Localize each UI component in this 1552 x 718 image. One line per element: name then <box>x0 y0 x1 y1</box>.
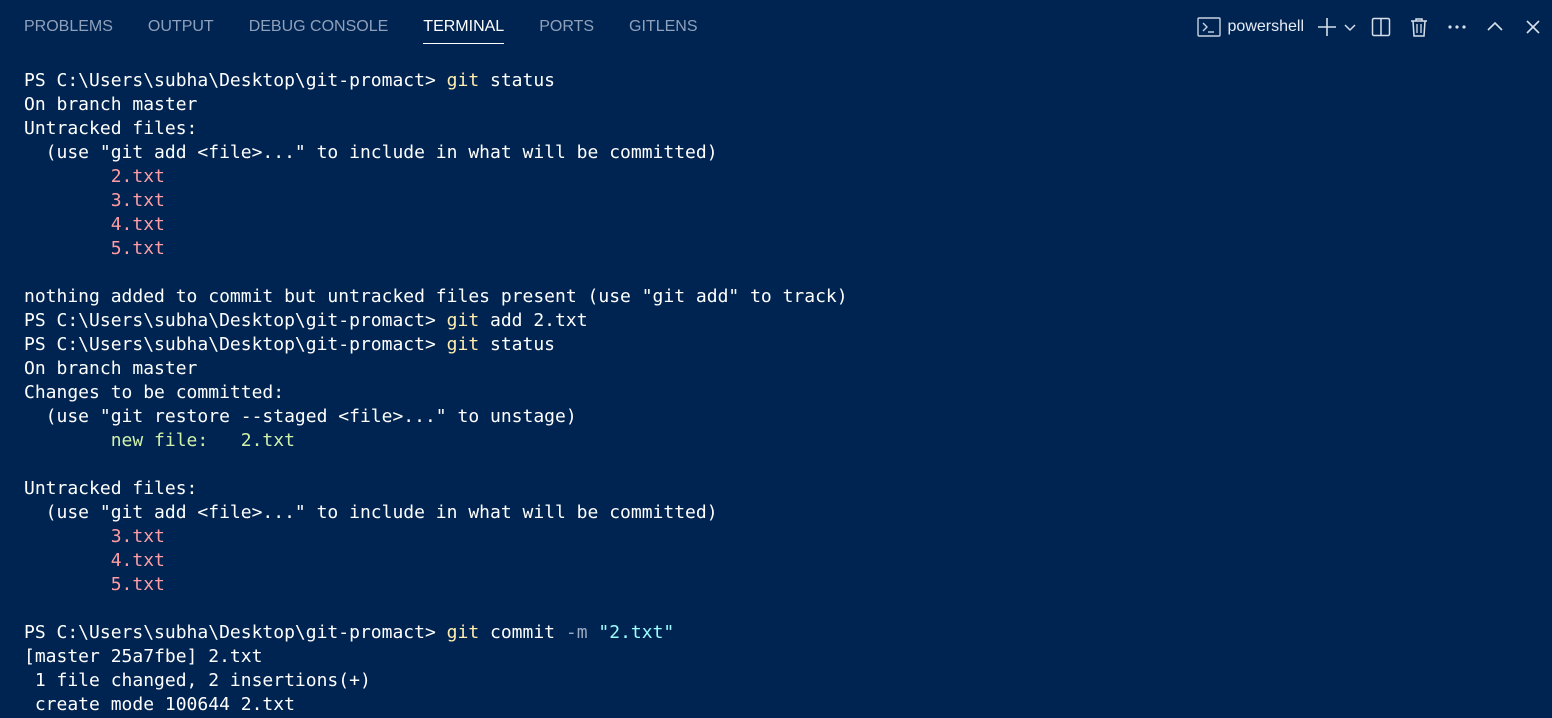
terminal-text: commit <box>479 622 566 643</box>
terminal-text: status <box>479 334 556 355</box>
chevron-up-icon <box>1485 17 1505 37</box>
terminal-text: new file: 2.txt <box>110 430 295 451</box>
panel-header: PROBLEMS OUTPUT DEBUG CONSOLE TERMINAL P… <box>0 0 1552 54</box>
terminal-line: 4.txt <box>24 213 1552 237</box>
split-terminal-button[interactable] <box>1362 8 1400 46</box>
panel-actions: powershell <box>1196 0 1552 54</box>
terminal-text: PS C:\Users\subha\Desktop\git-promact> <box>24 334 447 355</box>
panel-tabs: PROBLEMS OUTPUT DEBUG CONSOLE TERMINAL P… <box>24 0 733 54</box>
terminal-text: "2.txt" <box>598 622 675 643</box>
terminal-line: PS C:\Users\subha\Desktop\git-promact> g… <box>24 333 1552 357</box>
tab-output[interactable]: OUTPUT <box>148 0 214 44</box>
terminal-text: status <box>479 70 556 91</box>
terminal-text: git <box>446 334 480 355</box>
terminal-text: nothing added to commit but untracked fi… <box>24 286 848 307</box>
terminal-line: 1 file changed, 2 insertions(+) <box>24 669 1552 693</box>
terminal-text: Untracked files: <box>24 118 198 139</box>
terminal-text: 2.txt <box>110 166 165 187</box>
terminal-text: 4.txt <box>110 214 165 235</box>
split-icon <box>1370 16 1392 38</box>
tab-problems[interactable]: PROBLEMS <box>24 0 113 44</box>
terminal-text: git <box>446 310 480 331</box>
terminal-output[interactable]: PS C:\Users\subha\Desktop\git-promact> g… <box>24 69 1552 717</box>
terminal-line: On branch master <box>24 93 1552 117</box>
terminal-text: 1 file changed, 2 insertions(+) <box>24 670 371 691</box>
terminal-text: (use "git restore --staged <file>..." to… <box>24 406 577 427</box>
terminal-text: On branch master <box>24 94 198 115</box>
close-icon <box>1523 17 1543 37</box>
terminal-text: On branch master <box>24 358 198 379</box>
terminal-line: (use "git restore --staged <file>..." to… <box>24 405 1552 429</box>
terminal-text: [master 25a7fbe] 2.txt <box>24 646 263 667</box>
terminal-text: PS C:\Users\subha\Desktop\git-promact> <box>24 622 447 643</box>
terminal-line: new file: 2.txt <box>24 429 1552 453</box>
terminal-selector[interactable]: powershell <box>1196 15 1304 39</box>
terminal-line: 5.txt <box>24 237 1552 261</box>
terminal-line: 5.txt <box>24 573 1552 597</box>
terminal-text: 5.txt <box>110 574 165 595</box>
terminal-line: 4.txt <box>24 549 1552 573</box>
tab-terminal[interactable]: TERMINAL <box>423 0 504 44</box>
terminal-line: Untracked files: <box>24 117 1552 141</box>
terminal-line: PS C:\Users\subha\Desktop\git-promact> g… <box>24 309 1552 333</box>
more-actions-button[interactable] <box>1438 8 1476 46</box>
terminal-text: 4.txt <box>110 550 165 571</box>
terminal-line: (use "git add <file>..." to include in w… <box>24 501 1552 525</box>
terminal-text: Untracked files: <box>24 478 198 499</box>
terminal-text: 5.txt <box>110 238 165 259</box>
launch-profile-dropdown[interactable] <box>1340 8 1360 46</box>
tab-gitlens[interactable]: GITLENS <box>629 0 697 44</box>
terminal-text: 3.txt <box>110 526 165 547</box>
terminal-text: git <box>446 622 480 643</box>
terminal-icon <box>1196 15 1222 39</box>
terminal-name: powershell <box>1227 18 1304 35</box>
new-terminal-group <box>1314 8 1360 46</box>
tab-debug-console[interactable]: DEBUG CONSOLE <box>249 0 389 44</box>
terminal-text: -m <box>565 622 588 643</box>
new-terminal-button[interactable] <box>1314 8 1340 46</box>
kill-terminal-button[interactable] <box>1400 8 1438 46</box>
terminal-text: create mode 100644 2.txt <box>24 694 295 715</box>
terminal-line: create mode 100644 2.txt <box>24 693 1552 717</box>
terminal-line: [master 25a7fbe] 2.txt <box>24 645 1552 669</box>
terminal-line: 3.txt <box>24 189 1552 213</box>
close-panel-button[interactable] <box>1514 8 1552 46</box>
terminal-text: add 2.txt <box>479 310 588 331</box>
terminal-text: 3.txt <box>110 190 165 211</box>
trash-icon <box>1408 16 1430 38</box>
terminal-line: On branch master <box>24 357 1552 381</box>
terminal-line: nothing added to commit but untracked fi… <box>24 285 1552 309</box>
terminal-text: (use "git add <file>..." to include in w… <box>24 142 718 163</box>
terminal-line: Untracked files: <box>24 477 1552 501</box>
terminal-line: Changes to be committed: <box>24 381 1552 405</box>
terminal-text: Changes to be committed: <box>24 382 285 403</box>
terminal-text: git <box>446 70 480 91</box>
terminal-line: (use "git add <file>..." to include in w… <box>24 141 1552 165</box>
terminal-text: PS C:\Users\subha\Desktop\git-promact> <box>24 310 447 331</box>
terminal-line: 2.txt <box>24 165 1552 189</box>
terminal-text: (use "git add <file>..." to include in w… <box>24 502 718 523</box>
plus-icon <box>1316 16 1338 38</box>
chevron-down-icon <box>1343 20 1357 34</box>
maximize-panel-button[interactable] <box>1476 8 1514 46</box>
ellipsis-icon <box>1446 16 1468 38</box>
terminal-text: PS C:\Users\subha\Desktop\git-promact> <box>24 70 447 91</box>
terminal-line: PS C:\Users\subha\Desktop\git-promact> g… <box>24 621 1552 645</box>
terminal-line: PS C:\Users\subha\Desktop\git-promact> g… <box>24 69 1552 93</box>
terminal-line: 3.txt <box>24 525 1552 549</box>
tab-ports[interactable]: PORTS <box>539 0 594 44</box>
